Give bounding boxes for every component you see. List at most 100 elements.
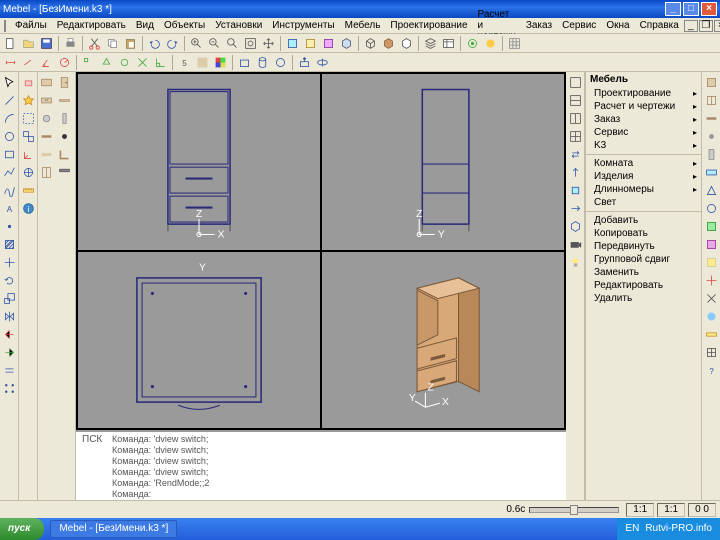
panel-design[interactable]: Проектирование▸ <box>586 87 701 100</box>
r-tool-17[interactable]: ? <box>703 362 720 379</box>
r-tool-12[interactable] <box>703 272 720 289</box>
info-button[interactable]: i <box>20 200 37 217</box>
leg-button[interactable] <box>56 110 73 127</box>
window-max-button[interactable]: □ <box>683 2 699 16</box>
command-window[interactable]: ПСК Команда: 'dview switch; Команда: 'dv… <box>76 430 566 500</box>
open-button[interactable] <box>20 35 37 52</box>
menu-tools[interactable]: Инструменты <box>267 19 339 32</box>
countertop-button[interactable] <box>56 164 73 181</box>
r-tool-2[interactable] <box>703 92 720 109</box>
window-min-button[interactable]: _ <box>665 2 681 16</box>
dim-radius-button[interactable] <box>56 54 73 71</box>
menu-edit[interactable]: Редактировать <box>52 19 131 32</box>
view-front-button[interactable] <box>284 35 301 52</box>
print-button[interactable] <box>62 35 79 52</box>
light-button[interactable] <box>567 254 584 271</box>
extrude-button[interactable] <box>296 54 313 71</box>
status-zoom-2[interactable]: 1:1 <box>657 503 685 517</box>
r-tool-15[interactable] <box>703 326 720 343</box>
menu-design[interactable]: Проектирование <box>385 19 472 32</box>
r-tool-16[interactable] <box>703 344 720 361</box>
text-button[interactable]: A <box>1 200 18 217</box>
shaded-button[interactable] <box>380 35 397 52</box>
r-tool-14[interactable] <box>703 308 720 325</box>
array-button[interactable] <box>1 380 18 397</box>
ungroup-button[interactable] <box>20 128 37 145</box>
panel-k3[interactable]: K3▸ <box>586 139 701 152</box>
snap-int-button[interactable] <box>134 54 151 71</box>
viewport-side[interactable]: YZ <box>322 74 564 250</box>
cam-iso-button[interactable] <box>567 218 584 235</box>
snap-mid-button[interactable] <box>98 54 115 71</box>
copy-button[interactable] <box>104 35 121 52</box>
view-top-button[interactable] <box>302 35 319 52</box>
dim-linear-button[interactable] <box>2 54 19 71</box>
arc-button[interactable] <box>1 110 18 127</box>
panel-delete[interactable]: Удалить <box>586 292 701 305</box>
offset-button[interactable] <box>1 362 18 379</box>
r-tool-1[interactable] <box>703 74 720 91</box>
edge-button[interactable] <box>38 128 55 145</box>
tool-5-button[interactable]: 5 <box>176 54 193 71</box>
new-button[interactable] <box>2 35 19 52</box>
zoom-extents-button[interactable] <box>242 35 259 52</box>
snap-perp-button[interactable] <box>152 54 169 71</box>
r-tool-9[interactable] <box>703 218 720 235</box>
status-zoom-1[interactable]: 1:1 <box>626 503 654 517</box>
scale-button[interactable] <box>1 290 18 307</box>
select-button[interactable] <box>1 74 18 91</box>
r-tool-7[interactable] <box>703 182 720 199</box>
r-tool-3[interactable] <box>703 110 720 127</box>
paste-button[interactable] <box>122 35 139 52</box>
pan-button[interactable] <box>260 35 277 52</box>
extend-button[interactable] <box>1 344 18 361</box>
snap-center-button[interactable] <box>116 54 133 71</box>
time-slider[interactable] <box>529 507 619 513</box>
lang-indicator[interactable]: EN <box>625 518 639 540</box>
r-tool-13[interactable] <box>703 290 720 307</box>
system-tray[interactable]: EN Rutvi-PRO.info <box>617 518 720 540</box>
vp-swap-button[interactable] <box>567 146 584 163</box>
panel-light[interactable]: Свет <box>586 196 701 209</box>
group-button[interactable] <box>20 110 37 127</box>
dim-angle-button[interactable] <box>38 54 55 71</box>
door-button[interactable] <box>56 74 73 91</box>
zoom-in-button[interactable] <box>188 35 205 52</box>
cabinet-button[interactable] <box>38 164 55 181</box>
revolve-button[interactable] <box>314 54 331 71</box>
r-tool-6[interactable] <box>703 164 720 181</box>
circle-button[interactable] <box>1 128 18 145</box>
panel-button[interactable] <box>38 74 55 91</box>
material-button[interactable] <box>194 54 211 71</box>
menu-settings[interactable]: Установки <box>210 19 267 32</box>
panel-order[interactable]: Заказ▸ <box>586 113 701 126</box>
hidden-button[interactable] <box>398 35 415 52</box>
panel-move[interactable]: Передвинуть <box>586 240 701 253</box>
render-button[interactable] <box>482 35 499 52</box>
vp-single-button[interactable] <box>567 74 584 91</box>
r-tool-5[interactable] <box>703 146 720 163</box>
window-close-button[interactable]: × <box>701 2 717 16</box>
color-button[interactable] <box>212 54 229 71</box>
view-side-button[interactable] <box>320 35 337 52</box>
r-tool-11[interactable] <box>703 254 720 271</box>
mdi-close-button[interactable]: × <box>714 20 720 32</box>
menu-view[interactable]: Вид <box>131 19 159 32</box>
viewport-front[interactable]: XZ <box>78 74 320 250</box>
line-button[interactable] <box>1 92 18 109</box>
panel-room[interactable]: Комната▸ <box>586 157 701 170</box>
panel-edit[interactable]: Редактировать <box>586 279 701 292</box>
mirror-button[interactable] <box>1 308 18 325</box>
drawer-button[interactable] <box>38 92 55 109</box>
properties-button[interactable] <box>440 35 457 52</box>
shelf-button[interactable] <box>56 92 73 109</box>
menu-furniture[interactable]: Мебель <box>340 19 386 32</box>
erase-button[interactable] <box>20 74 37 91</box>
cam-top-button[interactable] <box>567 164 584 181</box>
save-button[interactable] <box>38 35 55 52</box>
vp-2v-button[interactable] <box>567 110 584 127</box>
ucs-world-button[interactable] <box>20 164 37 181</box>
mdi-min-button[interactable]: _ <box>684 20 698 32</box>
grid-button[interactable] <box>506 35 523 52</box>
point-button[interactable] <box>1 218 18 235</box>
